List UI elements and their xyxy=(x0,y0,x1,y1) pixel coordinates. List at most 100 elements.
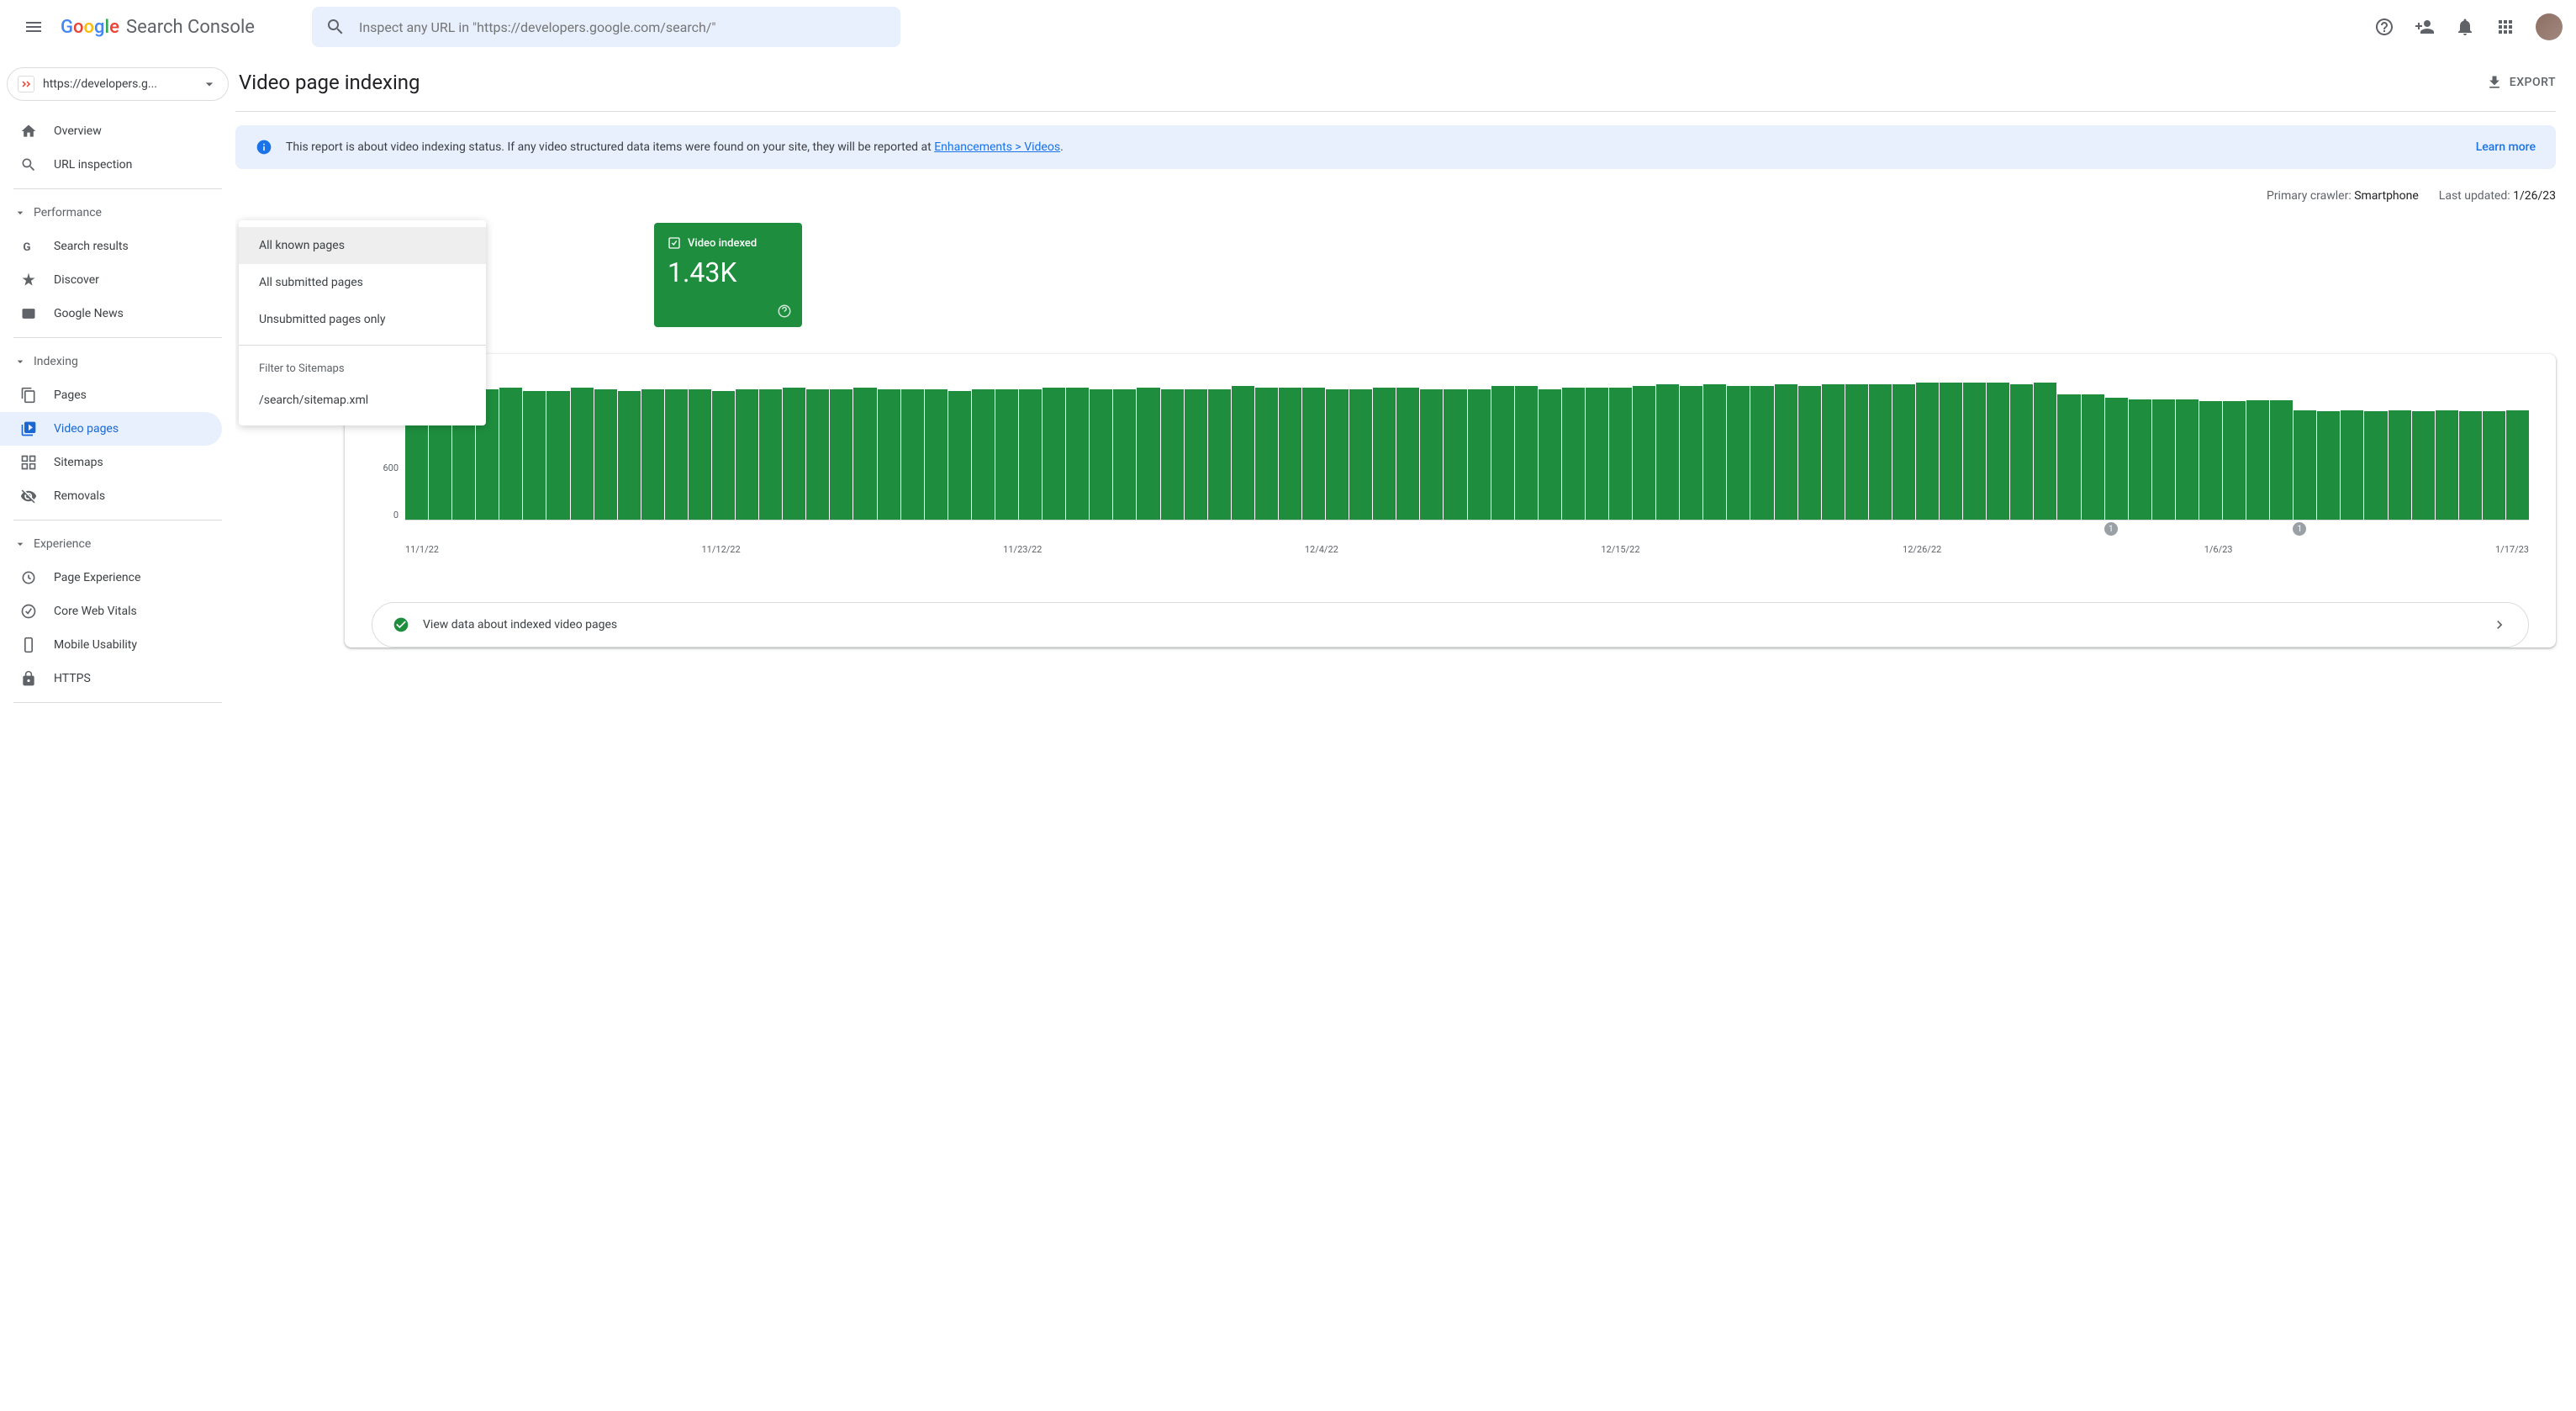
menu-icon xyxy=(24,17,44,37)
chart-bar xyxy=(1066,388,1089,520)
chart-bar xyxy=(2199,401,2222,520)
video-indexed-metric[interactable]: Video indexed 1.43K xyxy=(654,223,802,327)
page-header: Video page indexing EXPORT xyxy=(235,54,2556,112)
chart-bar xyxy=(1396,388,1419,520)
search-icon xyxy=(20,156,37,173)
apps-grid-icon xyxy=(2495,17,2515,37)
chart-bar xyxy=(1680,386,1702,520)
url-inspect-search[interactable] xyxy=(312,7,900,47)
google-logo-icon: Google xyxy=(61,17,123,37)
chevron-right-icon xyxy=(2491,616,2508,633)
chart-bar xyxy=(641,389,664,520)
nav-video-pages[interactable]: Video pages xyxy=(0,412,222,446)
chart-bar xyxy=(1656,384,1679,520)
chart-bar xyxy=(2082,394,2104,520)
nav-section-label: Indexing xyxy=(34,355,78,368)
chart-bar xyxy=(1987,383,2009,520)
nav-core-web-vitals[interactable]: Core Web Vitals xyxy=(0,595,222,628)
search-input[interactable] xyxy=(359,19,887,35)
app-name: Search Console xyxy=(126,17,255,38)
chart-bar xyxy=(1326,389,1349,520)
nav-removals[interactable]: Removals xyxy=(0,479,222,513)
bell-icon xyxy=(2455,17,2475,37)
chart-bar xyxy=(689,389,711,520)
nav-search-results[interactable]: G Search results xyxy=(0,230,222,263)
chart-bar xyxy=(1586,388,1608,520)
x-axis: 11/1/2211/12/2211/23/2212/4/2212/15/2212… xyxy=(372,537,2529,555)
help-button[interactable] xyxy=(2367,10,2401,44)
chart-bar xyxy=(1232,386,1254,520)
dropdown-all-known[interactable]: All known pages xyxy=(239,227,486,264)
chart-bar xyxy=(2057,394,2080,520)
hamburger-menu-button[interactable] xyxy=(13,7,54,47)
nav-section-performance[interactable]: Performance xyxy=(0,196,235,230)
chart-bar xyxy=(1633,386,1655,520)
nav-label: Page Experience xyxy=(54,571,140,584)
app-logo[interactable]: Google Search Console xyxy=(61,17,255,38)
dropdown-unsubmitted[interactable]: Unsubmitted pages only xyxy=(239,301,486,338)
banner-text: This report is about video indexing stat… xyxy=(286,140,2463,154)
chart-bar xyxy=(1822,384,1845,520)
nav-discover[interactable]: Discover xyxy=(0,263,222,297)
chart-bar xyxy=(2294,410,2316,520)
help-icon[interactable] xyxy=(777,304,792,319)
nav-label: Mobile Usability xyxy=(54,638,137,652)
chart-bar xyxy=(1113,389,1136,520)
chart-bar xyxy=(2176,399,2199,520)
nav-mobile-usability[interactable]: Mobile Usability xyxy=(0,628,222,662)
property-selector[interactable]: https://developers.g... xyxy=(7,67,229,101)
check-circle-icon xyxy=(393,616,409,633)
chart-annotation[interactable]: 1 xyxy=(2293,522,2306,536)
view-data-label: View data about indexed video pages xyxy=(423,618,2478,632)
nav-sitemaps[interactable]: Sitemaps xyxy=(0,446,222,479)
notifications-button[interactable] xyxy=(2448,10,2482,44)
nav-overview[interactable]: Overview xyxy=(0,114,222,148)
learn-more-link[interactable]: Learn more xyxy=(2476,140,2536,154)
chart-bar xyxy=(1892,384,1915,520)
dropdown-all-submitted[interactable]: All submitted pages xyxy=(239,264,486,301)
chart-bar xyxy=(1609,388,1632,520)
chart-bar xyxy=(618,391,641,520)
main-content: Video page indexing EXPORT This report i… xyxy=(235,54,2576,1411)
nav-label: Sitemaps xyxy=(54,456,103,469)
nav-section-indexing[interactable]: Indexing xyxy=(0,345,235,378)
view-indexed-pages-button[interactable]: View data about indexed video pages xyxy=(372,602,2529,647)
chart-bar xyxy=(1562,388,1585,520)
page-experience-icon xyxy=(20,569,37,586)
chart-bar xyxy=(948,391,971,520)
lock-icon xyxy=(20,670,37,687)
dropdown-sitemap[interactable]: /search/sitemap.xml xyxy=(239,382,486,419)
updated-info: Last updated: 1/26/23 xyxy=(2439,189,2556,203)
enhancements-link[interactable]: Enhancements > Videos xyxy=(934,140,1060,154)
chart-bar xyxy=(1255,388,1278,520)
chart-bar xyxy=(1468,389,1491,520)
chart-bar xyxy=(2010,384,2033,520)
nav-page-experience[interactable]: Page Experience xyxy=(0,561,222,595)
home-icon xyxy=(20,123,37,140)
nav-label: Google News xyxy=(54,307,124,320)
nav-https[interactable]: HTTPS xyxy=(0,662,222,695)
users-button[interactable] xyxy=(2408,10,2441,44)
chart-bar xyxy=(1963,383,1986,520)
chart-bar xyxy=(1750,386,1773,520)
nav-label: Discover xyxy=(54,273,99,287)
chart-bar xyxy=(1444,389,1466,520)
nav-pages[interactable]: Pages xyxy=(0,378,222,412)
nav-label: Pages xyxy=(54,388,87,402)
chart-bar xyxy=(972,389,995,520)
page-title: Video page indexing xyxy=(239,71,420,94)
chart-annotation[interactable]: 1 xyxy=(2104,522,2118,536)
apps-button[interactable] xyxy=(2489,10,2522,44)
nav-section-experience[interactable]: Experience xyxy=(0,527,235,561)
metric-label: Video indexed xyxy=(668,236,789,250)
chevron-down-icon xyxy=(13,537,27,551)
sidebar: https://developers.g... Overview URL ins… xyxy=(0,54,235,1411)
nav-url-inspection[interactable]: URL inspection xyxy=(0,148,222,182)
nav-divider xyxy=(13,337,222,338)
user-avatar[interactable] xyxy=(2536,13,2563,40)
check-icon xyxy=(668,236,681,250)
export-button[interactable]: EXPORT xyxy=(2486,74,2556,91)
info-icon xyxy=(256,139,272,156)
nav-google-news[interactable]: Google News xyxy=(0,297,222,330)
chart-bar xyxy=(1798,386,1821,520)
